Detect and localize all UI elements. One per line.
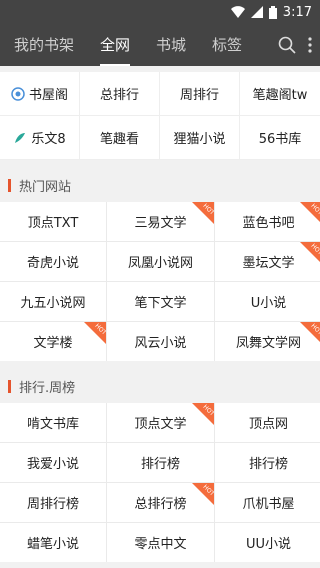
site-link-label: 啃文书库 [26, 417, 79, 432]
section-title: 排行.周榜 [19, 380, 76, 396]
shuwuge-logo-icon [11, 86, 25, 101]
site-link[interactable]: 奇虎小说 [0, 242, 106, 281]
site-link-label: 排行榜 [140, 457, 180, 472]
hot-badge: HOT [84, 322, 106, 344]
site-link[interactable]: 蜡笔小说 [0, 523, 106, 562]
site-link[interactable]: 爪机书屋 [215, 483, 320, 522]
site-link[interactable]: 墨坛文学 HOT [215, 242, 320, 281]
site-link[interactable]: 笔下文学 [107, 282, 214, 321]
site-link-label: 周排行榜 [26, 497, 79, 512]
site-link-label: 顶点文学 [134, 417, 187, 432]
hot-sites-grid: 顶点TXT 三易文学 HOT 蓝色书吧 HOT 奇虎小说 凤凰小说网 墨坛文学 HOT 九五小说网… [0, 202, 320, 361]
site-link[interactable]: 凤舞文学网 HOT [215, 322, 320, 361]
quick-link-label: 乐文8 [31, 132, 66, 147]
section-header-hot-sites: 热门网站 [0, 168, 320, 202]
hot-badge-label: HOT [309, 322, 320, 337]
wifi-icon [230, 6, 245, 18]
site-link-label: 顶点TXT [27, 216, 79, 231]
site-link-label: 墨坛文学 [242, 256, 295, 271]
site-link[interactable]: 蓝色书吧 HOT [215, 202, 320, 241]
site-link[interactable]: 总排行榜 HOT [107, 483, 214, 522]
tab-bookshelf[interactable]: 我的书架 [6, 24, 82, 66]
status-time: 3:17 [282, 4, 312, 20]
quick-link-biquge-tw[interactable]: 笔趣阁tw [240, 72, 320, 116]
section-header-rankings: 排行.周榜 [0, 369, 320, 403]
tab-bookstore[interactable]: 书城 [148, 24, 194, 66]
hot-badge-label: HOT [201, 202, 214, 217]
site-link[interactable]: 啃文书库 [0, 403, 106, 442]
quick-link-shuwuge[interactable]: 书屋阁 [0, 72, 80, 116]
site-link[interactable]: 我爱小说 [0, 443, 106, 482]
hot-badge: HOT [192, 483, 214, 505]
top-nav: 我的书架 全网 书城 标签 [0, 24, 320, 66]
site-link[interactable]: UU小说 [215, 523, 320, 562]
site-link-label: 排行榜 [248, 457, 288, 472]
section-title: 热门网站 [19, 179, 72, 195]
site-link[interactable]: 文学楼 HOT [0, 322, 106, 361]
hot-badge: HOT [192, 403, 214, 425]
quick-link-biqukan[interactable]: 笔趣看 [80, 116, 160, 160]
site-link-label: 三易文学 [134, 216, 187, 231]
section-accent-bar [8, 178, 11, 192]
quick-links: 书屋阁 总排行 周排行 笔趣阁tw 乐文8 笔趣看 狸猫小说 56书库 [0, 72, 320, 160]
quick-link-limao[interactable]: 狸猫小说 [160, 116, 240, 160]
site-link[interactable]: 排行榜 [107, 443, 214, 482]
more-vertical-icon[interactable] [308, 37, 312, 53]
site-link-label: 爪机书屋 [242, 497, 295, 512]
site-link[interactable]: U小说 [215, 282, 320, 321]
site-link-label: 文学楼 [33, 336, 73, 351]
hot-badge: HOT [192, 202, 214, 224]
quick-link-56shuku[interactable]: 56书库 [240, 116, 320, 160]
quick-link-total-rank[interactable]: 总排行 [80, 72, 160, 116]
site-link-label: 蜡笔小说 [26, 537, 79, 552]
section-accent-bar [8, 379, 11, 393]
hot-badge-label: HOT [309, 242, 320, 257]
site-link-label: 零点中文 [134, 537, 187, 552]
site-link-label: 总排行榜 [134, 497, 187, 512]
site-link-label: 蓝色书吧 [242, 216, 295, 231]
site-link[interactable]: 顶点文学 HOT [107, 403, 214, 442]
hot-badge: HOT [300, 202, 320, 224]
site-link-label: 九五小说网 [20, 296, 86, 311]
site-link[interactable]: 风云小说 [107, 322, 214, 361]
search-icon[interactable] [278, 36, 296, 54]
hot-badge-label: HOT [309, 202, 320, 217]
site-link[interactable]: 周排行榜 [0, 483, 106, 522]
site-link-label: U小说 [250, 296, 287, 311]
site-link-label: 笔下文学 [134, 296, 187, 311]
quick-link-lewen8[interactable]: 乐文8 [0, 116, 80, 160]
site-link[interactable]: 凤凰小说网 [107, 242, 214, 281]
quick-link-weekly-rank[interactable]: 周排行 [160, 72, 240, 116]
site-link-label: 顶点网 [248, 417, 288, 432]
site-link[interactable]: 三易文学 HOT [107, 202, 214, 241]
hot-badge: HOT [300, 242, 320, 264]
hot-badge: HOT [300, 322, 320, 344]
hot-badge-label: HOT [201, 403, 214, 418]
site-link-label: UU小说 [245, 537, 292, 552]
site-link-label: 风云小说 [134, 336, 187, 351]
tab-tags[interactable]: 标签 [204, 24, 250, 66]
site-link[interactable]: 顶点TXT [0, 202, 106, 241]
status-bar: 3:17 [0, 0, 320, 24]
tab-all-web[interactable]: 全网 [92, 24, 138, 66]
site-link-label: 凤凰小说网 [127, 256, 193, 271]
site-link-label: 凤舞文学网 [235, 336, 301, 351]
quick-link-label: 书屋阁 [28, 88, 68, 103]
hot-badge-label: HOT [93, 322, 106, 337]
rankings-grid: 啃文书库 顶点文学 HOT 顶点网我爱小说 排行榜 排行榜周排行榜 总排行榜 HOT 爪机书屋蜡… [0, 403, 320, 562]
lewen-logo-icon [13, 131, 27, 145]
battery-icon [268, 5, 277, 19]
site-link-label: 奇虎小说 [26, 256, 79, 271]
site-link[interactable]: 零点中文 [107, 523, 214, 562]
site-link[interactable]: 九五小说网 [0, 282, 106, 321]
signal-icon [250, 6, 263, 18]
hot-badge-label: HOT [201, 483, 214, 498]
site-link[interactable]: 顶点网 [215, 403, 320, 442]
site-link[interactable]: 排行榜 [215, 443, 320, 482]
site-link-label: 我爱小说 [26, 457, 79, 472]
